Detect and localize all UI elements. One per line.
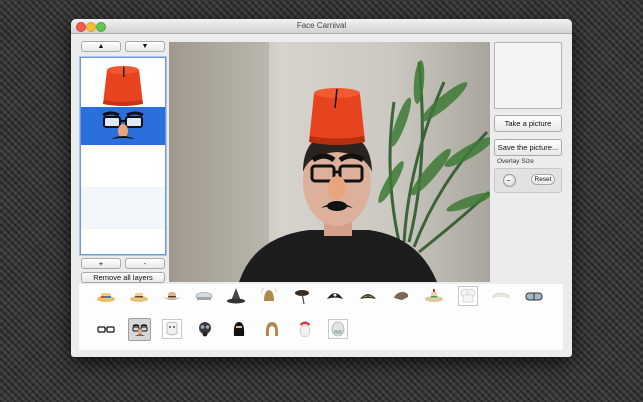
overlay-tray [79, 284, 563, 350]
title-bar: Face Carnival [71, 19, 572, 34]
add-layer-button[interactable]: + [81, 258, 121, 269]
headband-icon [492, 292, 510, 299]
eyeglasses-icon [97, 326, 115, 333]
minimize-window-button[interactable] [86, 22, 96, 32]
goggles-icon [525, 292, 543, 301]
wig-icon [265, 322, 279, 336]
layer-list-empty-row [81, 187, 165, 229]
window-title: Face Carnival [296, 21, 347, 30]
overlay-thumb[interactable] [295, 319, 315, 339]
reset-overlay-button[interactable]: Reset [531, 174, 555, 185]
remove-layer-button[interactable]: - [125, 258, 165, 269]
fez-hat-icon [103, 66, 143, 106]
save-picture-button[interactable]: Save the picture... [494, 139, 562, 156]
camera-view[interactable] [169, 42, 490, 282]
bicorne-hat-icon [360, 294, 376, 299]
overlay-thumb[interactable] [328, 319, 348, 339]
overlay-thumb[interactable] [259, 286, 279, 306]
overlay-thumb[interactable] [129, 286, 149, 306]
hockey-mask-icon [166, 321, 178, 336]
straw-hat-colorful-icon [97, 293, 115, 302]
viking-helmet-icon [261, 288, 277, 301]
knob-indicator-icon [507, 180, 510, 181]
police-cap-icon [195, 292, 213, 300]
overlay-thumb[interactable] [96, 286, 116, 306]
zoom-window-button[interactable] [96, 22, 106, 32]
overlay-thumb[interactable] [391, 286, 411, 306]
overlay-thumb[interactable] [358, 286, 378, 306]
flat-cap-icon [394, 292, 409, 300]
remove-all-layers-button[interactable]: Remove all layers [81, 272, 165, 283]
tassel-hat-icon [295, 290, 309, 305]
close-window-button[interactable] [76, 22, 86, 32]
picture-preview [494, 42, 562, 109]
overlay-thumb[interactable] [226, 286, 246, 306]
overlay-thumb[interactable] [292, 286, 312, 306]
overlay-thumb[interactable] [96, 319, 116, 339]
layer-list[interactable] [80, 57, 166, 255]
overlay-thumb[interactable] [424, 286, 444, 306]
app-window: Face Carnival ▲ ▼ + - Remove all layers … [71, 19, 572, 357]
overlay-thumb-selected[interactable] [128, 318, 151, 341]
layer-item-fez[interactable] [81, 64, 165, 106]
groucho-glasses-icon [132, 323, 147, 336]
chef-hat-icon [460, 288, 476, 303]
overlay-thumb[interactable] [491, 286, 511, 306]
arrow-down-icon: ▼ [141, 43, 149, 50]
cowboy-hat-icon [163, 292, 181, 300]
overlay-thumb[interactable] [229, 319, 249, 339]
overlay-thumb[interactable] [458, 286, 478, 306]
balaclava-icon [233, 322, 245, 336]
take-picture-button[interactable]: Take a picture [494, 115, 562, 132]
overlay-size-group: Reset [494, 168, 562, 193]
overlay-thumb[interactable] [162, 286, 182, 306]
pirate-hat-icon [327, 293, 343, 299]
mohawk-icon [299, 321, 311, 338]
layer-item-groucho-glasses[interactable] [81, 107, 165, 145]
overlay-thumb[interactable] [524, 286, 544, 306]
overlay-thumb[interactable] [195, 319, 215, 339]
overlay-thumb[interactable] [325, 286, 345, 306]
face-mask-icon [331, 321, 345, 337]
overlay-size-knob[interactable] [503, 174, 516, 187]
arrow-up-icon: ▲ [97, 43, 105, 50]
move-layer-up-button[interactable]: ▲ [81, 41, 121, 52]
overlay-size-label: Overlay Size [497, 158, 534, 165]
overlay-thumb[interactable] [162, 319, 182, 339]
sombrero-icon [425, 289, 443, 302]
straw-hat-icon [130, 293, 148, 302]
witch-hat-icon [227, 288, 245, 304]
overlay-thumb[interactable] [194, 286, 214, 306]
groucho-glasses-icon [102, 111, 144, 139]
camera-photo [169, 42, 490, 282]
move-layer-down-button[interactable]: ▼ [125, 41, 165, 52]
overlay-thumb[interactable] [262, 319, 282, 339]
gas-mask-icon [199, 322, 211, 337]
layer-list-empty-row [81, 145, 165, 187]
